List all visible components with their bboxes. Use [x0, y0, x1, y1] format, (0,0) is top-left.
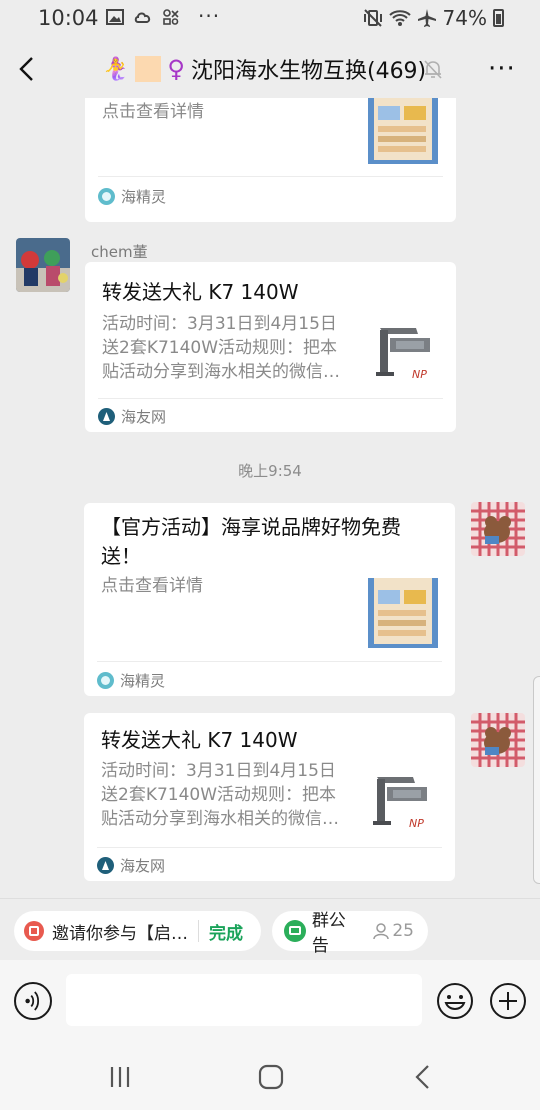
emoji-button[interactable] [436, 982, 474, 1020]
more-options-button[interactable]: ··· [488, 54, 516, 84]
message-text-input[interactable] [66, 974, 422, 1026]
hai-jingling-app-icon [97, 672, 114, 689]
my-avatar[interactable] [471, 713, 525, 767]
card-divider [97, 847, 442, 848]
notification-icons [106, 8, 180, 26]
sender-avatar[interactable] [16, 238, 70, 292]
card-divider [97, 661, 442, 662]
link-card-message[interactable]: 转发送大礼 K7 140W 活动时间：3月31日到4月15日 送2套K7140W… [85, 262, 456, 432]
group-notice-chip[interactable]: 群公告 25 [272, 911, 428, 956]
card-title-line-2: 送！ [101, 544, 141, 568]
link-card-message[interactable]: 【官方活动】海享说品牌好物免费 送！ 点击查看详情 海精灵 [84, 503, 455, 696]
card-description-line-1: 活动时间：3月31日到4月15日 [102, 314, 337, 334]
muted-bell-icon [424, 60, 442, 79]
group-tools-bar: 邀请你参与【启… 完成 群公告 25 [0, 898, 540, 960]
link-card-message[interactable]: 转发送大礼 K7 140W 活动时间：3月31日到4月15日 送2套K7140W… [84, 713, 455, 881]
card-description: 点击查看详情 [101, 576, 203, 596]
announcement-icon [284, 920, 306, 942]
card-description-line-3: 贴活动分享到海水相关的微信… [101, 809, 339, 829]
card-source: 海精灵 [98, 186, 166, 207]
card-title: 转发送大礼 K7 140W [101, 728, 298, 752]
battery-icon [493, 9, 504, 27]
status-time: 10:04 [38, 6, 99, 30]
hai-jingling-app-icon [98, 188, 115, 205]
complete-button[interactable]: 完成 [209, 919, 243, 944]
card-description-line-2: 送2套K7140W活动规则：把本 [102, 338, 338, 358]
calendar-icon [24, 921, 44, 941]
card-thumbnail: NP [367, 769, 437, 839]
mermaid-emoji: 🧜‍♀️ [102, 56, 130, 82]
notice-count-value: 25 [392, 921, 414, 941]
chat-title: 🧜‍♀️ ♀ 沈阳海水生物互换(469) [102, 53, 426, 85]
home-button[interactable] [256, 1062, 286, 1092]
card-description: 点击查看详情 [102, 102, 204, 122]
source-name: 海友网 [121, 408, 167, 426]
haiyou-app-icon [98, 408, 115, 425]
card-description-line-1: 活动时间：3月31日到4月15日 [101, 761, 336, 781]
card-thumbnail [368, 578, 438, 648]
wifi-icon [388, 10, 411, 26]
vibrate-mute-icon [363, 9, 382, 27]
notice-reader-count: 25 [372, 921, 414, 941]
gallery-icon [106, 9, 124, 25]
card-title-line-1: 【官方活动】海享说品牌好物免费 [101, 515, 401, 539]
system-status: 74% [363, 6, 504, 30]
source-name: 海友网 [120, 857, 166, 875]
app-notification-icon [163, 9, 179, 25]
thumb-logo-text: NP [409, 817, 424, 830]
system-navigation-bar [0, 1042, 540, 1110]
card-divider [98, 176, 443, 177]
source-name: 海精灵 [121, 188, 167, 206]
chip-divider [198, 920, 199, 942]
recent-apps-button[interactable] [105, 1062, 135, 1092]
airplane-mode-icon [417, 9, 436, 27]
fast-scroll-handle[interactable] [533, 676, 540, 884]
person-icon [373, 923, 390, 940]
message-list[interactable]: 点击查看详情 海精灵 chem董 转发送大礼 K7 140W 活动时间：3月31… [0, 98, 540, 898]
chat-header: 🧜‍♀️ ♀ 沈阳海水生物互换(469) ··· [0, 40, 540, 98]
card-source: 海精灵 [97, 670, 165, 691]
card-source: 海友网 [97, 855, 165, 876]
card-thumbnail: NP [370, 320, 440, 390]
more-functions-button[interactable] [489, 982, 527, 1020]
nav-back-button[interactable] [408, 1062, 438, 1092]
card-source: 海友网 [98, 406, 166, 427]
voice-input-button[interactable] [14, 982, 52, 1020]
sender-name: chem董 [91, 243, 148, 261]
haiyou-app-icon [97, 857, 114, 874]
my-avatar[interactable] [471, 502, 525, 556]
female-sign-emoji: ♀ [167, 55, 185, 83]
group-name: 沈阳海水生物互换(469) [190, 59, 427, 84]
card-description-line-2: 送2套K7140W活动规则：把本 [101, 785, 337, 805]
battery-percent: 74% [442, 6, 487, 30]
invite-label: 邀请你参与【启… [52, 923, 188, 944]
color-square-emoji [135, 56, 162, 82]
card-divider [98, 398, 443, 399]
thumb-logo-text: NP [412, 368, 427, 381]
source-name: 海精灵 [120, 672, 166, 690]
link-card-message[interactable]: 点击查看详情 海精灵 [85, 98, 456, 222]
card-thumbnail [368, 98, 438, 164]
message-input-bar [0, 960, 540, 1042]
message-timestamp: 晚上9:54 [238, 462, 302, 480]
card-description-line-3: 贴活动分享到海水相关的微信… [102, 362, 340, 382]
card-title: 转发送大礼 K7 140W [102, 280, 299, 304]
invite-task-chip[interactable]: 邀请你参与【启… 完成 [14, 911, 261, 951]
notice-label: 群公告 [311, 911, 346, 956]
back-button[interactable] [12, 52, 44, 86]
cloud-icon [134, 12, 151, 23]
more-notifications-icon: ··· [198, 4, 221, 28]
status-bar: 10:04 ··· 74% [0, 0, 540, 40]
